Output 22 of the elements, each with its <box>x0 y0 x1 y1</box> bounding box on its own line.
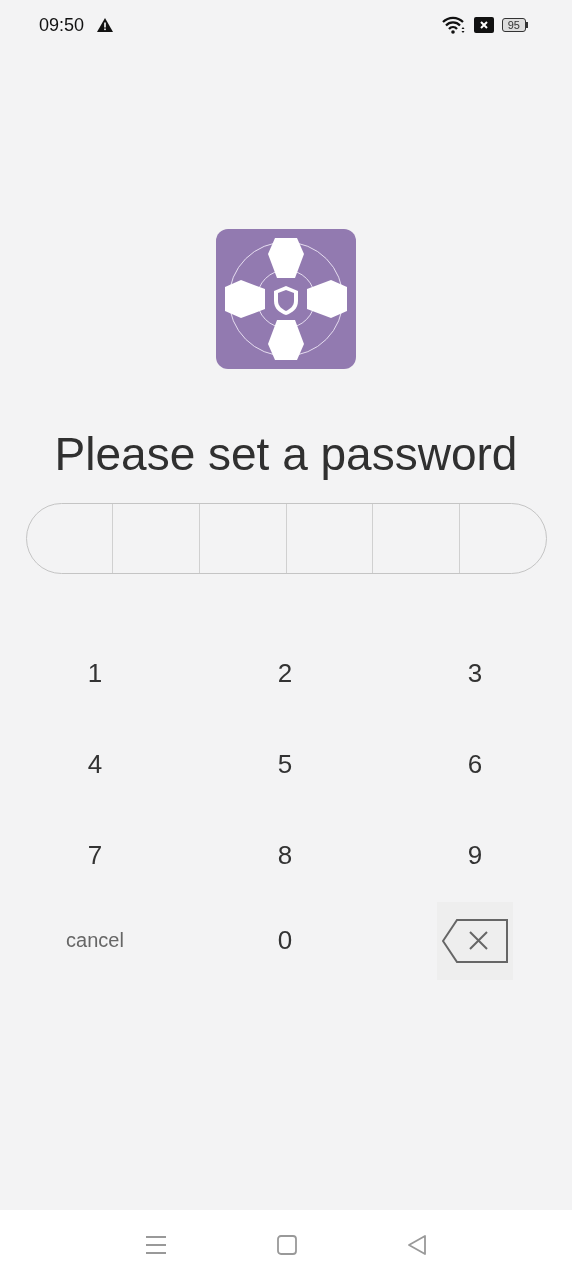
digit-key[interactable]: 4 <box>73 743 117 786</box>
backspace-icon <box>442 918 508 963</box>
menu-icon[interactable] <box>145 1235 167 1255</box>
digit-key[interactable]: 6 <box>453 743 497 786</box>
digit-key[interactable]: 9 <box>453 834 497 877</box>
wifi-icon <box>441 16 466 34</box>
digit-key[interactable]: 3 <box>453 652 497 695</box>
digit-key[interactable]: 5 <box>263 743 307 786</box>
battery-icon: 95 <box>501 18 528 32</box>
digit-key[interactable]: 1 <box>73 652 117 695</box>
warning-icon <box>96 17 115 33</box>
screen-title: Please set a password <box>54 427 518 482</box>
digit-key[interactable]: 2 <box>263 652 307 695</box>
no-sim-icon <box>473 17 494 33</box>
digit-key[interactable]: 0 <box>263 919 307 962</box>
back-icon[interactable] <box>407 1235 427 1255</box>
backspace-button[interactable] <box>437 901 513 980</box>
clock-time: 09:50 <box>39 14 85 36</box>
digit-key[interactable]: 7 <box>73 834 117 877</box>
digit-key[interactable]: 8 <box>263 834 307 877</box>
home-icon[interactable] <box>277 1235 297 1255</box>
cancel-button[interactable]: cancel <box>52 923 138 958</box>
